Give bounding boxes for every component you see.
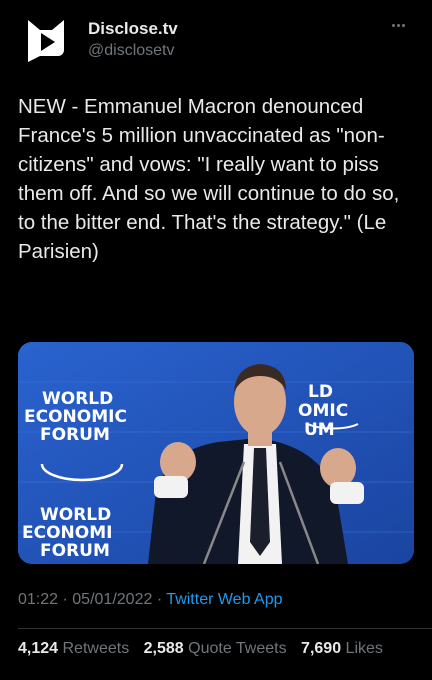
quotes-stat[interactable]: 2,588 Quote Tweets bbox=[144, 640, 301, 657]
wef-logo-bottom-line-2: ECONOMI bbox=[22, 523, 112, 543]
meta-separator-1: · bbox=[62, 591, 68, 608]
quotes-label: Quote Tweets bbox=[188, 640, 287, 657]
tweet-media-image[interactable]: WORLD ECONOMIC FORUM WORLD ECONOMI FORUM… bbox=[18, 342, 414, 564]
wef-logo-right-line-2: OMIC bbox=[298, 401, 348, 421]
tweet-text: NEW - Emmanuel Macron denounced France's… bbox=[18, 95, 406, 263]
tweet-source-link[interactable]: Twitter Web App bbox=[166, 591, 282, 608]
tweet-header: Disclose.tv @disclosetv bbox=[18, 14, 418, 66]
author-avatar[interactable] bbox=[22, 16, 70, 64]
wef-logo-top-line-3: FORUM bbox=[40, 425, 110, 445]
more-options-icon[interactable] bbox=[392, 16, 416, 36]
tweet-meta: 01:22 · 05/01/2022 · Twitter Web App bbox=[18, 591, 283, 609]
tweet-time[interactable]: 01:22 bbox=[18, 591, 58, 608]
author-display-name[interactable]: Disclose.tv bbox=[88, 18, 178, 40]
tweet-stats: 4,124 Retweets 2,588 Quote Tweets 7,690 … bbox=[18, 640, 393, 658]
author-username[interactable]: @disclosetv bbox=[88, 40, 178, 62]
likes-label: Likes bbox=[345, 640, 383, 657]
wef-logo-right-line-3: UM bbox=[304, 420, 335, 440]
retweets-count: 4,124 bbox=[18, 640, 59, 657]
wef-logo-top-line-1: WORLD bbox=[42, 389, 113, 409]
wef-logo-top-line-2: ECONOMIC bbox=[24, 407, 127, 427]
tweet-date[interactable]: 05/01/2022 bbox=[72, 591, 152, 608]
speech-bubble-play-logo-icon bbox=[28, 20, 64, 62]
retweets-label: Retweets bbox=[62, 640, 130, 657]
stats-divider bbox=[18, 628, 432, 629]
meta-separator-2: · bbox=[156, 591, 163, 608]
retweets-stat[interactable]: 4,124 Retweets bbox=[18, 640, 144, 657]
likes-count: 7,690 bbox=[301, 640, 342, 657]
wef-logo-right-line-1: LD bbox=[308, 382, 333, 402]
wef-logo-bottom-line-3: FORUM bbox=[40, 541, 110, 561]
likes-stat[interactable]: 7,690 Likes bbox=[301, 640, 393, 657]
quotes-count: 2,588 bbox=[143, 640, 184, 657]
wef-logo-bottom-line-1: WORLD bbox=[40, 505, 111, 525]
